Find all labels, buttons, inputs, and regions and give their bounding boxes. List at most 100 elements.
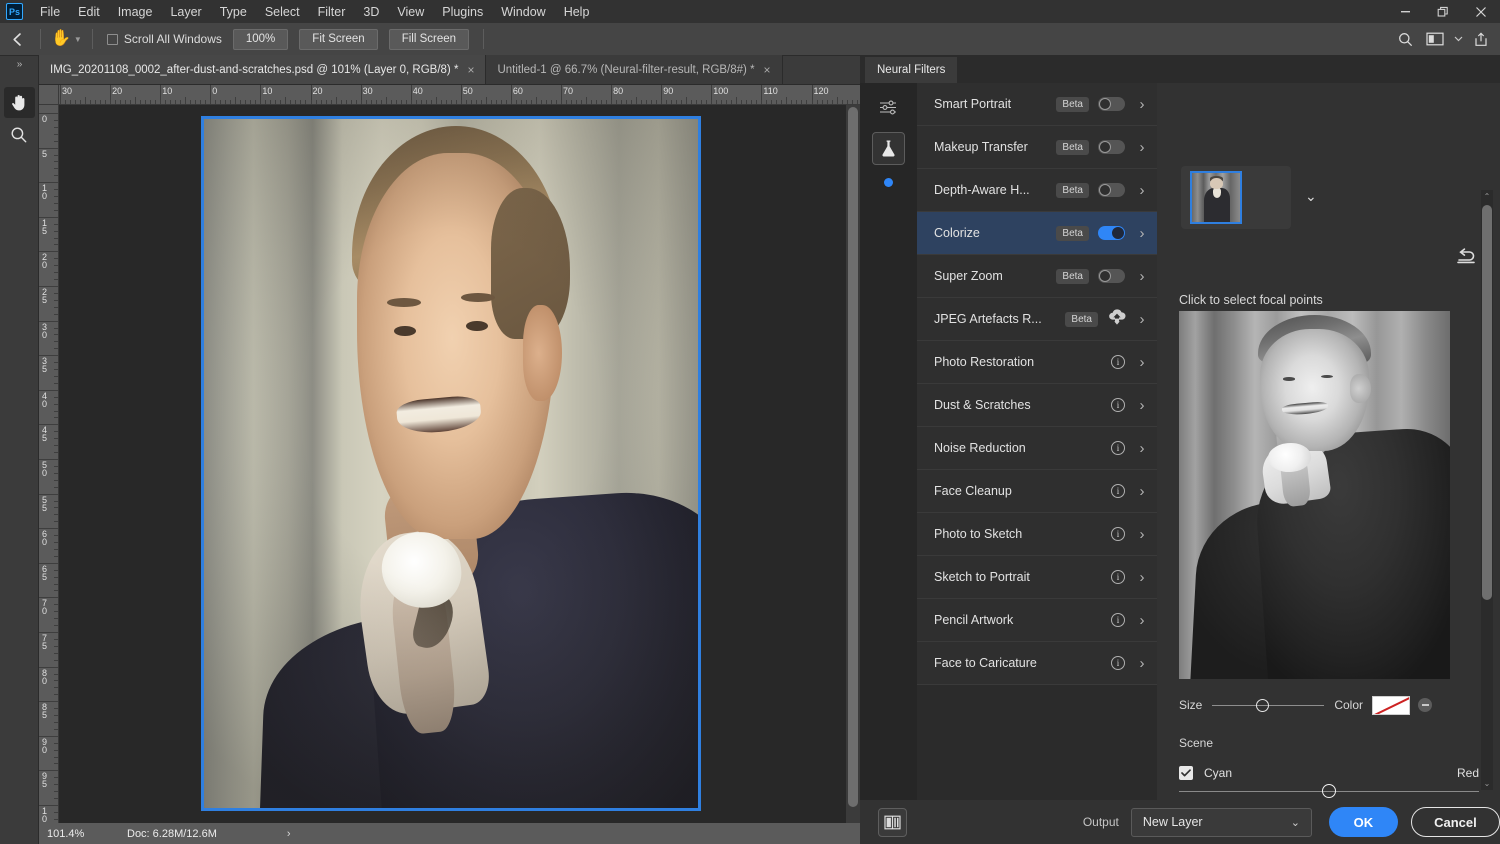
filter-row-sketch-to-portrait[interactable]: Sketch to Portraiti› — [917, 556, 1157, 599]
hand-tool-option[interactable]: ✋ ▼ — [47, 31, 86, 47]
info-icon[interactable]: i — [1111, 570, 1125, 584]
size-slider[interactable] — [1212, 705, 1324, 706]
chevron-right-icon[interactable]: › — [1136, 97, 1148, 112]
canvas-vertical-scrollbar[interactable] — [846, 105, 860, 823]
filter-row-smart-portrait[interactable]: Smart PortraitBeta› — [917, 83, 1157, 126]
filter-row-photo-to-sketch[interactable]: Photo to Sketchi› — [917, 513, 1157, 556]
ok-button[interactable]: OK — [1329, 807, 1398, 837]
filter-toggle[interactable] — [1098, 269, 1125, 283]
scroll-all-windows-checkbox[interactable]: Scroll All Windows — [107, 32, 222, 46]
chevron-right-icon[interactable]: › — [1136, 570, 1148, 585]
filter-preview-image[interactable] — [1179, 311, 1450, 679]
close-icon[interactable]: × — [467, 64, 474, 76]
info-icon[interactable]: i — [1111, 441, 1125, 455]
menu-view[interactable]: View — [388, 2, 433, 22]
reference-thumbnail[interactable] — [1190, 171, 1242, 224]
info-icon[interactable]: i — [1111, 656, 1125, 670]
menu-select[interactable]: Select — [256, 2, 309, 22]
document-tab-inactive[interactable]: Untitled-1 @ 66.7% (Neural-filter-result… — [486, 55, 782, 84]
cancel-button[interactable]: Cancel — [1411, 807, 1500, 837]
chevron-right-icon[interactable]: › — [1136, 656, 1148, 671]
cloud-download-icon[interactable] — [1107, 309, 1127, 330]
status-expand-icon[interactable]: › — [217, 828, 291, 840]
chevron-right-icon[interactable]: › — [1136, 269, 1148, 284]
filter-toggle[interactable] — [1098, 140, 1125, 154]
sliders-icon[interactable] — [872, 91, 905, 124]
cyan-red-slider-knob[interactable] — [1322, 784, 1336, 798]
minimize-icon[interactable] — [1386, 0, 1424, 23]
chevron-down-icon[interactable] — [1450, 23, 1466, 56]
chevron-right-icon[interactable]: › — [1136, 441, 1148, 456]
fit-screen-button[interactable]: Fit Screen — [299, 29, 377, 50]
chevron-right-icon[interactable]: › — [1136, 355, 1148, 370]
info-icon[interactable]: i — [1111, 355, 1125, 369]
close-icon[interactable]: × — [764, 64, 771, 76]
chevron-right-icon[interactable]: › — [1136, 226, 1148, 241]
share-icon[interactable] — [1466, 23, 1496, 56]
menu-3d[interactable]: 3D — [354, 2, 388, 22]
vertical-ruler[interactable]: 0510152025303540455055606570758085909510… — [39, 105, 59, 823]
zoom-tool[interactable] — [4, 119, 35, 150]
filter-row-depth-aware-h[interactable]: Depth-Aware H...Beta› — [917, 169, 1157, 212]
search-icon[interactable] — [1390, 23, 1420, 56]
zoom-level[interactable]: 101.4% — [39, 828, 107, 840]
scroll-up-icon[interactable]: ⌃ — [1481, 190, 1493, 203]
scrollbar-thumb[interactable] — [848, 107, 858, 807]
chevron-right-icon[interactable]: › — [1136, 484, 1148, 499]
menu-file[interactable]: File — [31, 2, 69, 22]
filter-row-colorize[interactable]: ColorizeBeta› — [917, 212, 1157, 255]
filter-row-noise-reduction[interactable]: Noise Reductioni› — [917, 427, 1157, 470]
menu-filter[interactable]: Filter — [309, 2, 355, 22]
info-icon[interactable]: i — [1111, 484, 1125, 498]
chevron-right-icon[interactable]: › — [1136, 527, 1148, 542]
detail-pane-scrollbar[interactable]: ⌃ ⌄ — [1481, 190, 1493, 790]
menu-image[interactable]: Image — [109, 2, 162, 22]
filter-toggle[interactable] — [1098, 97, 1125, 111]
chevron-right-icon[interactable]: › — [1136, 140, 1148, 155]
minus-circle-icon[interactable] — [1418, 698, 1432, 712]
filter-toggle[interactable] — [1098, 183, 1125, 197]
info-icon[interactable]: i — [1111, 527, 1125, 541]
document-tab-active[interactable]: IMG_20201108_0002_after-dust-and-scratch… — [39, 55, 486, 84]
fill-screen-button[interactable]: Fill Screen — [389, 29, 469, 50]
chevron-right-icon[interactable]: › — [1136, 183, 1148, 198]
chevron-right-icon[interactable]: › — [1136, 312, 1148, 327]
menu-help[interactable]: Help — [555, 2, 599, 22]
size-slider-knob[interactable] — [1256, 699, 1269, 712]
output-select[interactable]: New Layer ⌄ — [1131, 808, 1312, 837]
reference-thumbnail-box[interactable] — [1181, 166, 1291, 229]
tools-expand-toggle[interactable]: » — [0, 56, 38, 72]
filter-row-face-cleanup[interactable]: Face Cleanupi› — [917, 470, 1157, 513]
filter-row-face-to-caricature[interactable]: Face to Caricaturei› — [917, 642, 1157, 685]
filter-toggle[interactable] — [1098, 226, 1125, 240]
info-icon[interactable]: i — [1111, 398, 1125, 412]
filter-row-dust-scratches[interactable]: Dust & Scratchesi› — [917, 384, 1157, 427]
filter-row-photo-restoration[interactable]: Photo Restorationi› — [917, 341, 1157, 384]
close-icon[interactable] — [1462, 0, 1500, 23]
scroll-down-icon[interactable]: ⌄ — [1481, 777, 1493, 790]
menu-type[interactable]: Type — [211, 2, 256, 22]
canvas-area[interactable] — [59, 105, 860, 823]
menu-plugins[interactable]: Plugins — [433, 2, 492, 22]
filter-row-super-zoom[interactable]: Super ZoomBeta› — [917, 255, 1157, 298]
color-swatch[interactable] — [1372, 696, 1410, 715]
cyan-red-checkbox[interactable] — [1179, 766, 1193, 780]
menu-window[interactable]: Window — [492, 2, 554, 22]
scrollbar-thumb[interactable] — [1482, 205, 1492, 600]
filter-row-jpeg-artefacts-r[interactable]: JPEG Artefacts R...Beta› — [917, 298, 1157, 341]
workspace-icon[interactable] — [1420, 23, 1450, 56]
tab-neural-filters[interactable]: Neural Filters — [865, 57, 957, 83]
info-icon[interactable]: i — [1111, 613, 1125, 627]
restore-icon[interactable] — [1424, 0, 1462, 23]
menu-edit[interactable]: Edit — [69, 2, 109, 22]
horizontal-ruler[interactable]: 3020100102030405060708090100110120 — [59, 85, 860, 105]
flask-icon[interactable] — [872, 132, 905, 165]
menu-layer[interactable]: Layer — [161, 2, 210, 22]
zoom-100-button[interactable]: 100% — [233, 29, 288, 50]
back-arrow-icon[interactable] — [0, 23, 34, 56]
filter-row-makeup-transfer[interactable]: Makeup TransferBeta› — [917, 126, 1157, 169]
chevron-right-icon[interactable]: › — [1136, 613, 1148, 628]
filter-row-pencil-artwork[interactable]: Pencil Artworki› — [917, 599, 1157, 642]
reset-icon[interactable] — [1456, 248, 1476, 270]
artboard-selection[interactable] — [201, 116, 701, 811]
